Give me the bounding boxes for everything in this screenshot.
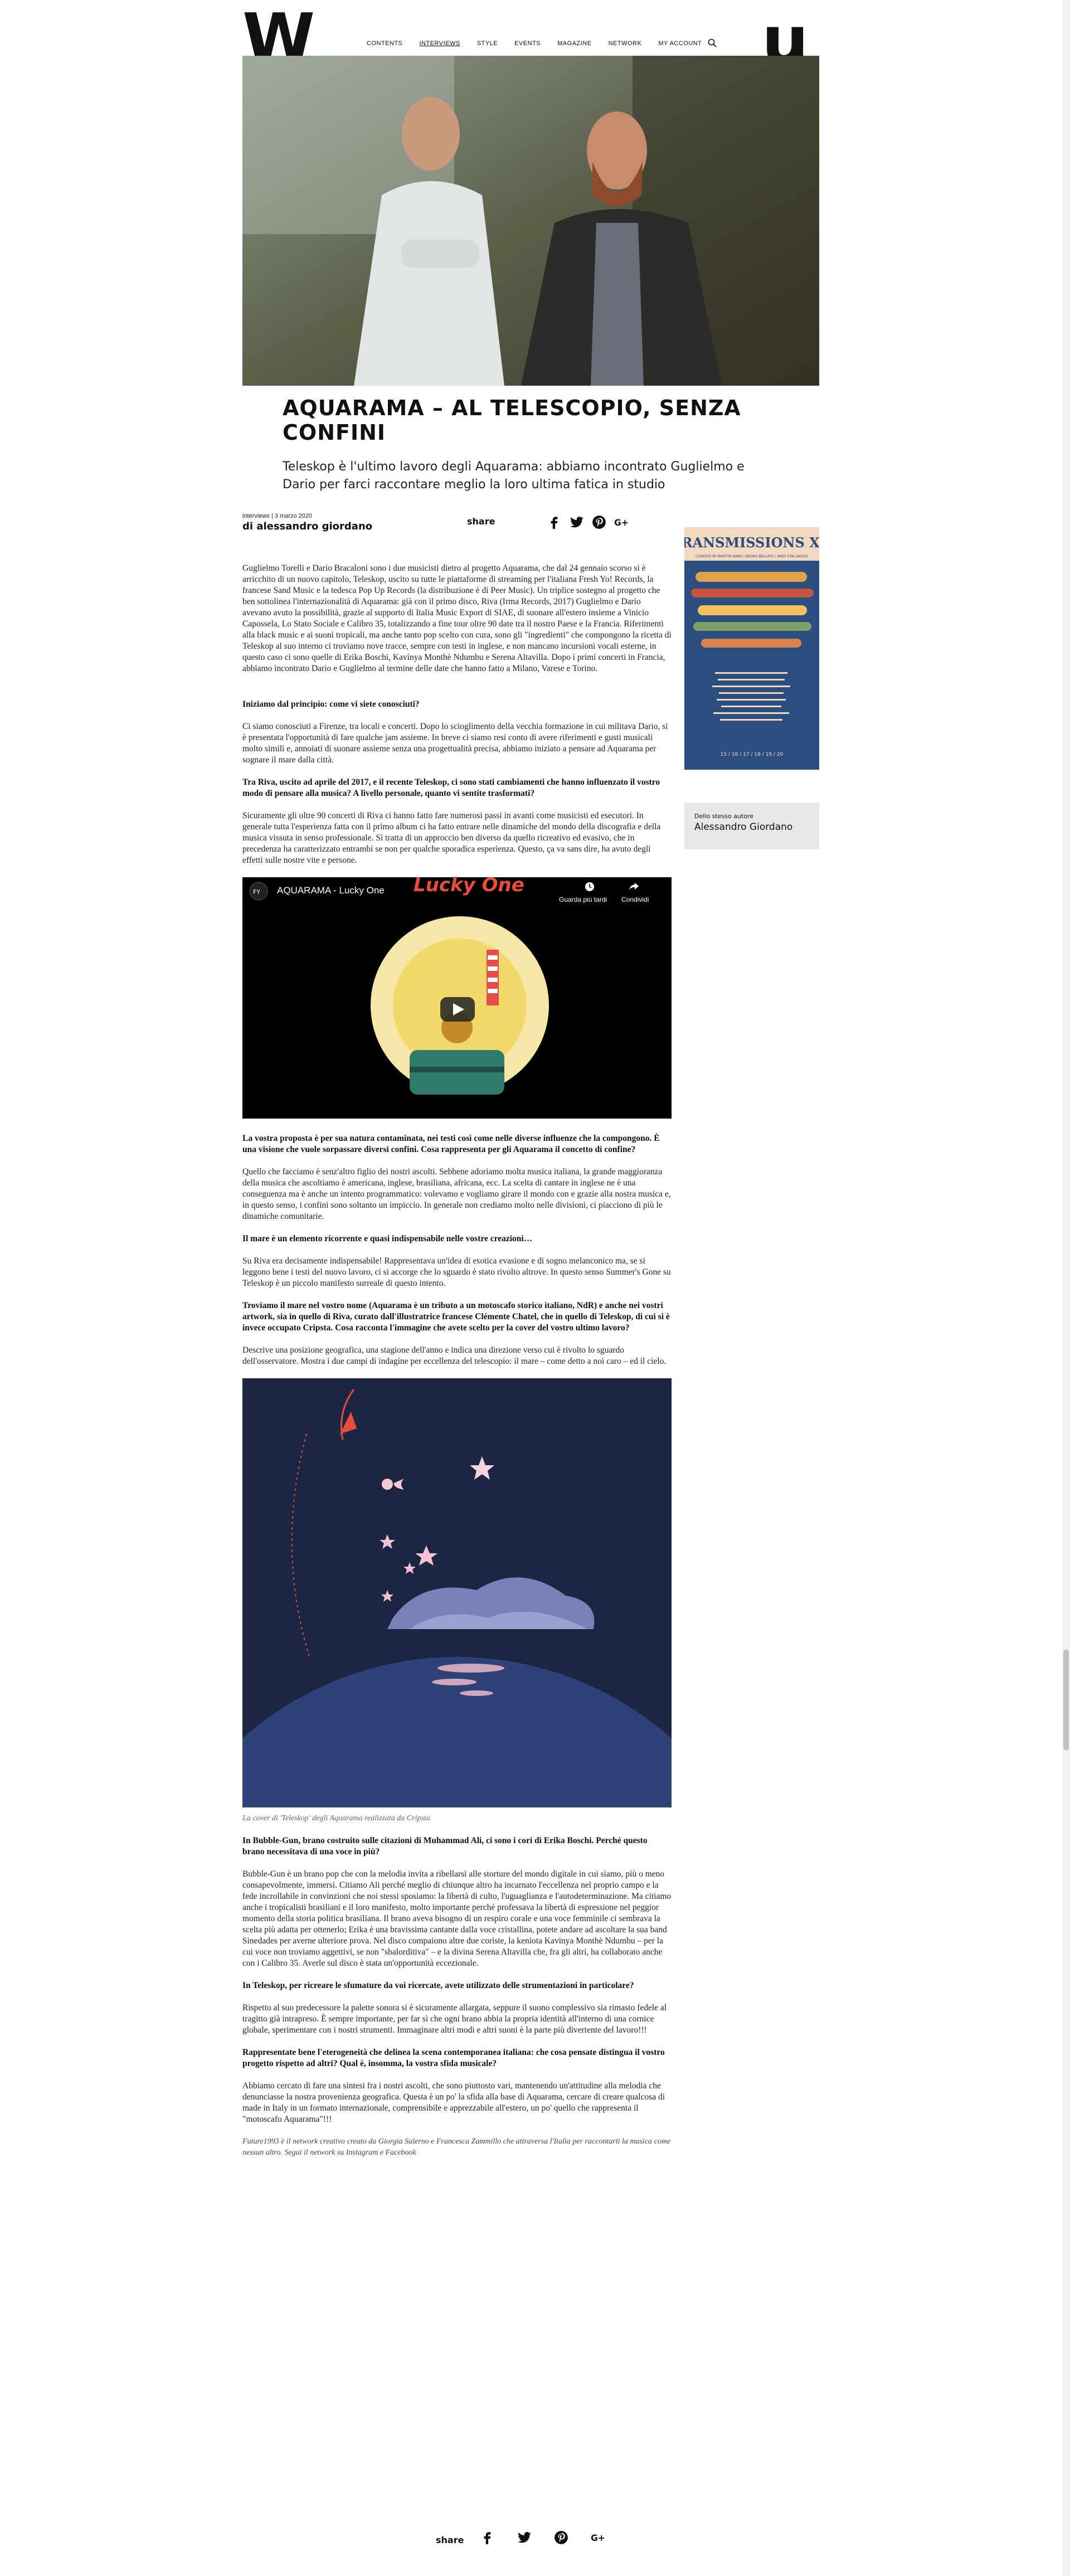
twitter-icon[interactable] — [517, 2530, 532, 2545]
nav-style[interactable]: STYLE — [477, 40, 498, 47]
footer-share-label: share — [436, 2535, 464, 2545]
video-share-label[interactable]: Condividi — [621, 894, 649, 905]
answer: Bubble-Gun è un brano pop che con la mel… — [242, 1869, 672, 1968]
hero-photo — [242, 56, 819, 386]
article-intro: Guglielmo Torelli e Dario Bracaloni sono… — [242, 563, 672, 673]
question: In Bubble-Gun, brano costruito sulle cit… — [242, 1836, 648, 1856]
answer: Su Riva era decisamente indispensabile! … — [242, 1256, 671, 1288]
nav-magazine[interactable]: MAGAZINE — [557, 40, 591, 47]
share-buttons-bottom: G+ — [480, 2530, 605, 2545]
svg-text:G+: G+ — [591, 2533, 605, 2543]
nav-contents[interactable]: CONTENTS — [367, 40, 403, 47]
answer: Abbiamo cercato di fare una sintesi fra … — [242, 2081, 665, 2124]
answer: Ci siamo conosciuti a Firenze, tra local… — [242, 722, 668, 765]
footer-note: Future1993 è il network creativo creato … — [242, 2137, 671, 2157]
ad-dates: 15 / 16 / 17 / 18 / 19 / 20 — [721, 752, 784, 757]
main-nav: CONTENTS INTERVIEWS STYLE EVENTS MAGAZIN… — [367, 40, 718, 47]
question: Rappresentate bene l'eterogeneità che de… — [242, 2048, 665, 2068]
question: Iniziamo dal principio: come vi siete co… — [242, 699, 420, 709]
article-author[interactable]: di alessandro giordano — [242, 521, 372, 532]
same-author-label: Dello stesso autore — [694, 813, 753, 820]
album-cover-image — [134, 1378, 780, 2303]
nav-network[interactable]: NETWORK — [609, 40, 642, 47]
youtube-video-player[interactable]: FY AQUARAMA - Lucky One Lucky One Guarda… — [242, 874, 672, 1119]
facebook-icon[interactable] — [480, 2530, 495, 2545]
pinterest-icon[interactable] — [554, 2530, 568, 2545]
same-author-box[interactable]: Dello stesso autore Alessandro Giordano — [684, 803, 819, 849]
nav-interviews[interactable]: INTERVIEWS — [420, 40, 460, 47]
question: In Teleskop, per ricreare le sfumature d… — [242, 1981, 634, 1990]
share-label: share — [467, 516, 495, 527]
twitter-icon[interactable] — [570, 515, 584, 529]
question: Tra Riva, uscito ad aprile del 2017, e i… — [242, 777, 660, 798]
ad-subtitle: CURATED BY MARTYN WARE / BRUNO BELLATO /… — [696, 555, 808, 558]
article-meta: interviews | 3 marzo 2020 — [242, 513, 313, 519]
question: La vostra proposta è per sua natura cont… — [242, 1134, 660, 1154]
article-title: AQUARAMA – AL TELESCOPIO, SENZA CONFINI — [283, 396, 741, 445]
google-plus-icon[interactable]: G+ — [614, 515, 629, 529]
video-thumbnail — [242, 877, 672, 1119]
cover-caption: La cover di 'Teleskop' degli Aquarama re… — [242, 1814, 430, 1822]
search-icon[interactable] — [708, 38, 717, 47]
nav-my-account[interactable]: MY ACCOUNT — [658, 40, 702, 47]
question: Il mare è un elemento ricorrente e quasi… — [242, 1234, 533, 1243]
page-scrollbar[interactable] — [1062, 0, 1070, 2576]
article-body: Guglielmo Torelli e Dario Bracaloni sono… — [134, 563, 780, 2303]
answer: Rispetto al suo predecessore la palette … — [242, 2003, 667, 2035]
video-artwork-title: Lucky One — [414, 874, 524, 896]
question: Troviamo il mare nel vostro nome (Aquara… — [242, 1301, 670, 1333]
site-logo[interactable]: W — [242, 4, 315, 70]
share-buttons-top: G+ — [547, 515, 629, 529]
sidebar-ad-banner[interactable]: TRANSMISSIONS XII CURATED BY MARTYN WARE… — [684, 527, 819, 770]
google-plus-icon[interactable]: G+ — [591, 2530, 605, 2545]
scrollbar-thumb[interactable] — [1063, 1650, 1069, 1750]
watch-later-label[interactable]: Guarda più tardi — [559, 894, 607, 905]
svg-text:FY: FY — [253, 888, 260, 896]
nav-events[interactable]: EVENTS — [514, 40, 541, 47]
pinterest-icon[interactable] — [592, 515, 606, 529]
same-author-name[interactable]: Alessandro Giordano — [694, 822, 792, 833]
article-subtitle: Teleskop è l'ultimo lavoro degli Aquaram… — [283, 460, 745, 492]
share-arrow-icon[interactable] — [629, 882, 640, 892]
ad-title: TRANSMISSIONS XII — [684, 534, 819, 551]
video-top-bar: FY AQUARAMA - Lucky One Lucky One Guarda… — [242, 874, 672, 905]
video-title[interactable]: AQUARAMA - Lucky One — [277, 885, 385, 896]
answer: Sicuramente gli oltre 90 concerti di Riv… — [242, 811, 661, 865]
facebook-icon[interactable] — [547, 515, 562, 529]
answer: Descrive una posizione geografica, una s… — [242, 1345, 667, 1366]
clock-icon[interactable] — [585, 882, 595, 892]
svg-text:G+: G+ — [614, 518, 629, 528]
answer: Quello che facciamo è senz'altro figlio … — [242, 1167, 671, 1221]
channel-avatar-icon[interactable]: FY — [249, 882, 268, 901]
